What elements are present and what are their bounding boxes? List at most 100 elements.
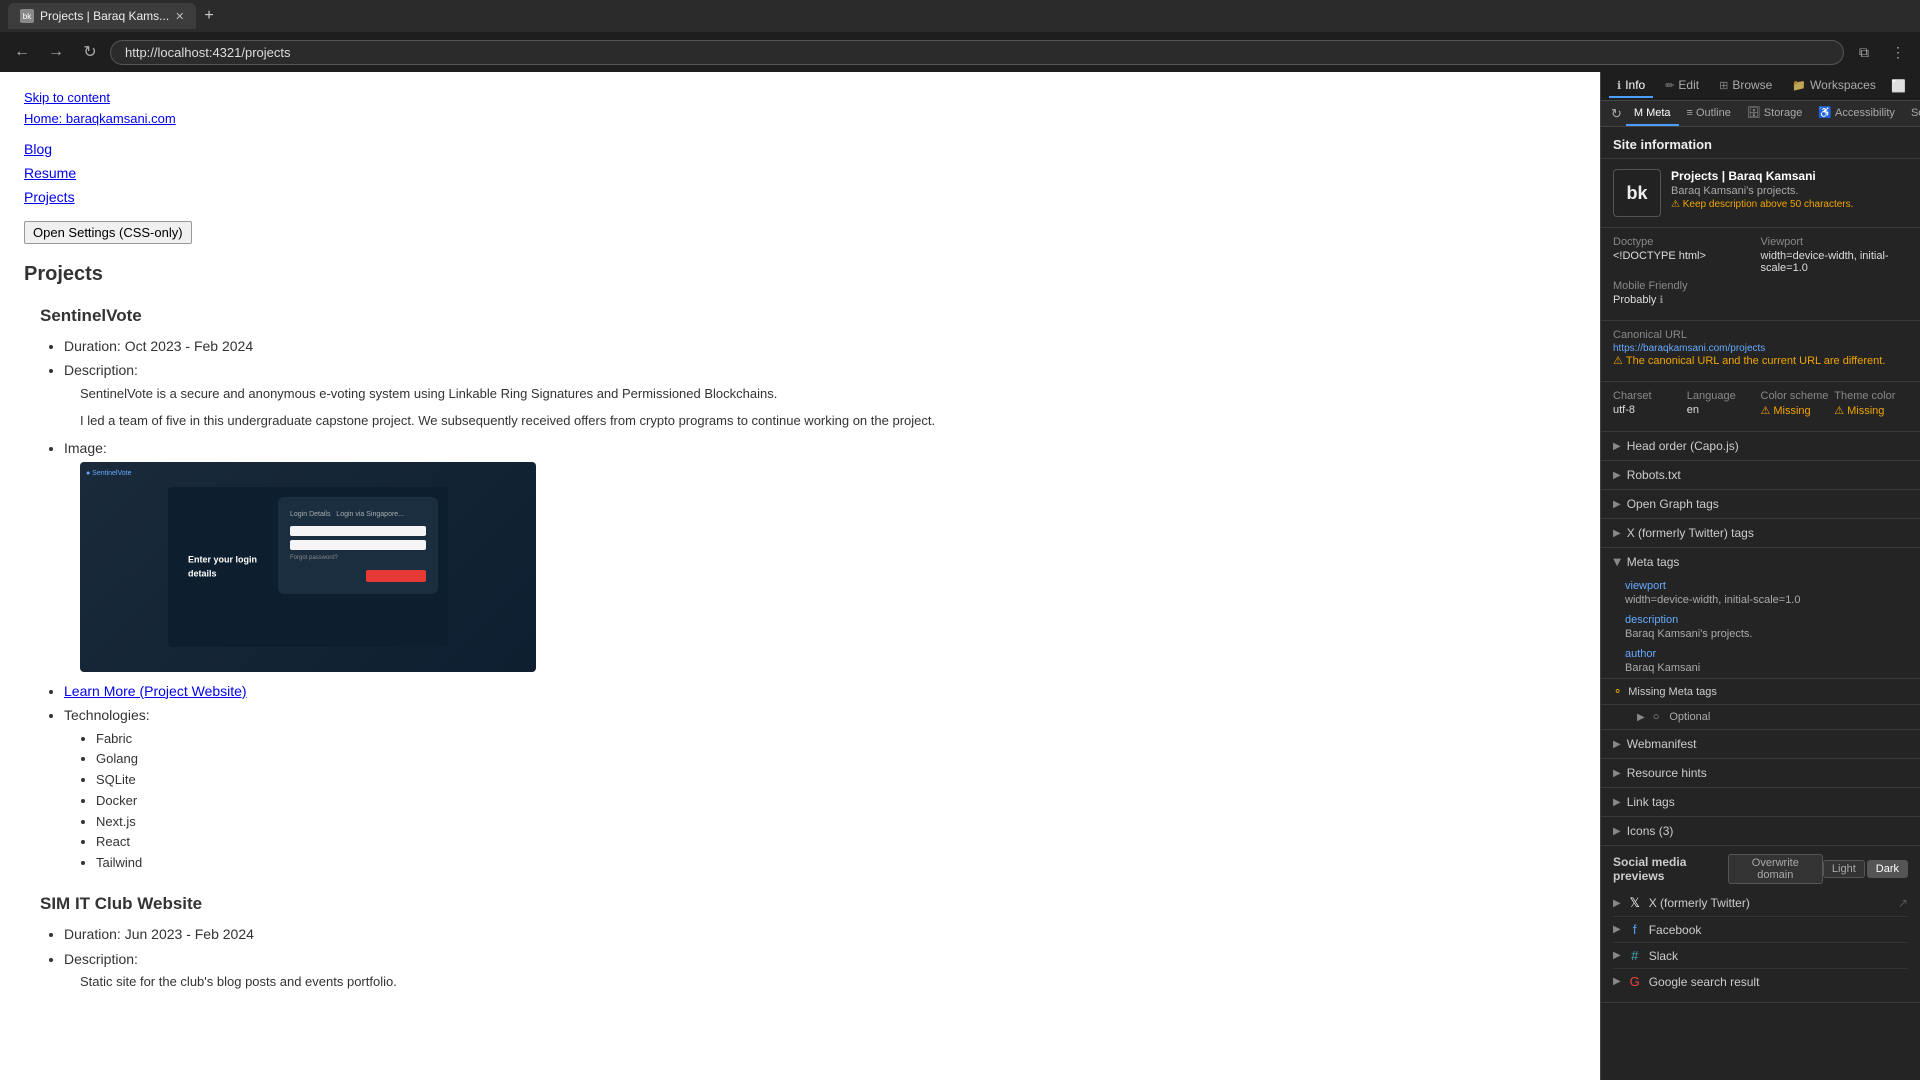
icons-header[interactable]: ▶ Icons (3) <box>1601 817 1920 845</box>
head-order-header[interactable]: ▶ Head order (Capo.js) <box>1601 432 1920 460</box>
webmanifest-header[interactable]: ▶ Webmanifest <box>1601 730 1920 758</box>
chevron-icon-open: ▶ <box>1611 558 1622 566</box>
nav-blog[interactable]: Blog <box>24 141 52 157</box>
devtools-close-button[interactable]: ✕ <box>1914 75 1920 97</box>
meta-tag-val: Baraq Kamsani <box>1625 662 1900 674</box>
devtools-expand-button[interactable]: ⬜ <box>1888 75 1910 97</box>
chevron-icon: ▶ <box>1613 976 1621 987</box>
meta-tags-header[interactable]: ▶ Meta tags <box>1601 548 1920 576</box>
open-settings-button[interactable]: Open Settings (CSS-only) <box>24 221 192 244</box>
mobile-value: Probably ℹ <box>1613 294 1908 306</box>
meta-tag-viewport: viewport width=device-width, initial-sca… <box>1601 576 1920 610</box>
social-google[interactable]: ▶ G Google search result <box>1613 969 1908 994</box>
facebook-icon: f <box>1627 922 1643 937</box>
devtools-tab-workspaces[interactable]: 📁 Workspaces <box>1784 74 1884 98</box>
devtools-subtab-source[interactable]: Source <box>1903 101 1920 126</box>
section-robots: ▶ Robots.txt <box>1601 461 1920 490</box>
missing-meta-section: ⚬ Missing Meta tags <box>1601 679 1920 705</box>
doctype-row: Doctype <!DOCTYPE html> Viewport width=d… <box>1613 236 1908 274</box>
devtools-subtab-accessibility[interactable]: ♿ Accessibility <box>1810 101 1903 126</box>
social-google-label: Google search result <box>1649 975 1760 989</box>
optional-header[interactable]: ▶ ○ Optional <box>1601 705 1920 729</box>
theme-color-label: Theme color <box>1834 390 1908 402</box>
og-header[interactable]: ▶ Open Graph tags <box>1601 490 1920 518</box>
subtab-source-label: Source <box>1911 107 1920 119</box>
canonical-warn-icon: ⚠ <box>1613 354 1623 367</box>
x-external-icon: ↗ <box>1898 896 1908 910</box>
project-duration-sim: Duration: Jun 2023 - Feb 2024 <box>64 923 1576 945</box>
overwrite-domain-button[interactable]: Overwrite domain <box>1728 854 1823 884</box>
reload-button[interactable]: ↻ <box>76 38 104 66</box>
social-facebook[interactable]: ▶ f Facebook <box>1613 917 1908 943</box>
social-slack[interactable]: ▶ # Slack <box>1613 943 1908 969</box>
devtools-body: Site information bk Projects | Baraq Kam… <box>1601 127 1920 1080</box>
link-tags-label: Link tags <box>1627 795 1675 809</box>
devtools-tab-edit[interactable]: ✏ Edit <box>1657 74 1707 98</box>
theme-light-button[interactable]: Light <box>1823 860 1865 878</box>
tech-nextjs: Next.js <box>96 812 1576 833</box>
resource-hints-header[interactable]: ▶ Resource hints <box>1601 759 1920 787</box>
chevron-icon: ▶ <box>1613 924 1621 935</box>
learn-more-link[interactable]: Learn More (Project Website) <box>64 683 247 699</box>
doctype-col: Doctype <!DOCTYPE html> <box>1613 236 1761 274</box>
info-grid-doctype: Doctype <!DOCTYPE html> Viewport width=d… <box>1601 228 1920 321</box>
mobile-label: Mobile Friendly <box>1613 280 1908 292</box>
project-desc-1: SentinelVote is a secure and anonymous e… <box>80 384 1576 405</box>
sv-logo: ● SentinelVote <box>86 468 131 479</box>
section-resource-hints: ▶ Resource hints <box>1601 759 1920 788</box>
skip-links: Skip to content Home: baraqkamsani.com <box>24 88 1576 130</box>
social-slack-label: Slack <box>1649 949 1678 963</box>
login-button-fake <box>366 570 426 582</box>
twitter-header[interactable]: ▶ X (formerly Twitter) tags <box>1601 519 1920 547</box>
menu-button[interactable]: ⋮ <box>1884 38 1912 66</box>
tech-fabric: Fabric <box>96 729 1576 750</box>
slack-icon: # <box>1627 948 1643 963</box>
doctype-value: <!DOCTYPE html> <box>1613 250 1761 262</box>
theme-toggle: Light Dark <box>1823 860 1908 878</box>
x-icon: 𝕏 <box>1627 895 1643 911</box>
section-head-order: ▶ Head order (Capo.js) <box>1601 432 1920 461</box>
theme-dark-button[interactable]: Dark <box>1867 860 1908 878</box>
devtools-subtab-storage[interactable]: 🗄 Storage <box>1739 101 1811 126</box>
tab-title: Projects | Baraq Kams... <box>40 9 169 23</box>
link-tags-header[interactable]: ▶ Link tags <box>1601 788 1920 816</box>
devtools-subtab-outline[interactable]: ≡ Outline <box>1679 101 1739 126</box>
mobile-row: Mobile Friendly Probably ℹ <box>1613 280 1908 306</box>
tech-sqlite: SQLite <box>96 770 1576 791</box>
forward-button[interactable]: → <box>42 38 70 66</box>
extensions-button[interactable]: ⧉ <box>1850 38 1878 66</box>
charset-row: Charset utf-8 Language en Color scheme ⚠… <box>1613 390 1908 417</box>
project-image-inner: Enter your login details Login Details L… <box>168 487 448 647</box>
devtools-actions: ⬜ ✕ <box>1888 75 1920 97</box>
skip-to-content-link[interactable]: Skip to content <box>24 88 1576 109</box>
tab-close-button[interactable]: ✕ <box>175 10 184 23</box>
project-screenshot: ● SentinelVote Enter your login details … <box>80 462 536 672</box>
optional-section: ▶ ○ Optional <box>1601 705 1920 730</box>
devtools-tab-info[interactable]: ℹ Info <box>1609 74 1653 98</box>
home-link[interactable]: Home: baraqkamsani.com <box>24 109 1576 130</box>
canonical-value[interactable]: https://baraqkamsani.com/projects <box>1613 343 1908 354</box>
tech-docker: Docker <box>96 791 1576 812</box>
devtools-subtab-meta[interactable]: M Meta <box>1626 101 1679 126</box>
canonical-error: ⚠ The canonical URL and the current URL … <box>1613 354 1908 367</box>
nav-projects[interactable]: Projects <box>24 189 75 205</box>
url-text: http://localhost:4321/projects <box>125 45 291 60</box>
nav-resume[interactable]: Resume <box>24 165 76 181</box>
robots-header[interactable]: ▶ Robots.txt <box>1601 461 1920 489</box>
chevron-icon: ▶ <box>1613 441 1621 452</box>
devtools-refresh-button[interactable]: ↻ <box>1607 101 1626 126</box>
address-bar[interactable]: http://localhost:4321/projects <box>110 40 1844 65</box>
back-button[interactable]: ← <box>8 38 36 66</box>
social-twitter[interactable]: ▶ 𝕏 X (formerly Twitter) ↗ <box>1613 890 1908 917</box>
project-item-sim-it: SIM IT Club Website Duration: Jun 2023 -… <box>24 890 1576 993</box>
devtools-tab-browse[interactable]: ⊞ Browse <box>1711 74 1780 98</box>
google-icon: G <box>1627 974 1643 989</box>
icons-label: Icons (3) <box>1627 824 1674 838</box>
tech-react: React <box>96 832 1576 853</box>
color-scheme-col: Color scheme ⚠ Missing <box>1761 390 1835 417</box>
browser-tab[interactable]: bk Projects | Baraq Kams... ✕ <box>8 3 196 29</box>
viewport-value: width=device-width, initial-scale=1.0 <box>1761 250 1909 274</box>
project-name: SentinelVote <box>40 302 1576 329</box>
new-tab-button[interactable]: + <box>204 7 213 25</box>
login-heading: Enter your login details <box>188 552 268 581</box>
